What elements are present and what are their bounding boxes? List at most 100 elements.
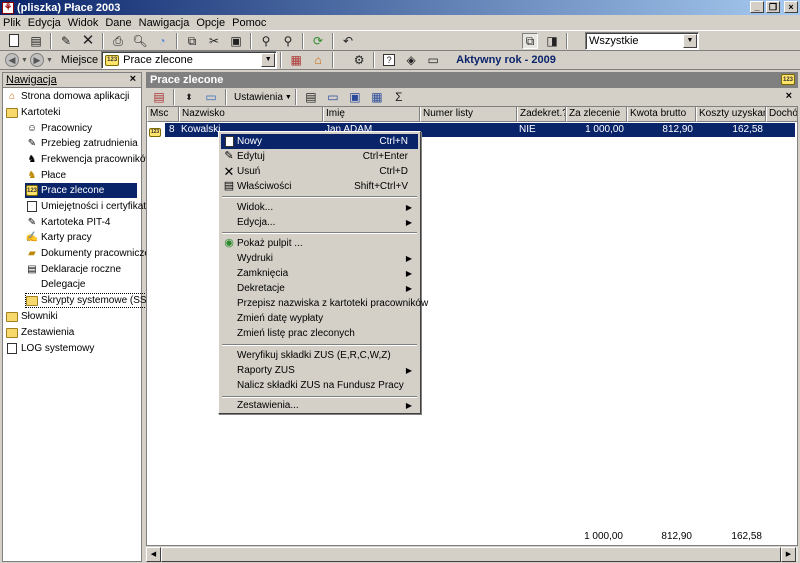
- menu-nawigacja[interactable]: Nawigacja: [139, 17, 194, 29]
- column-header-imie[interactable]: Imię: [323, 107, 420, 122]
- sum-icon[interactable]: Σ: [391, 89, 407, 105]
- nav-item-zestawienia[interactable]: Zestawienia: [6, 325, 74, 340]
- menu-item-rewrite-names[interactable]: Przepisz nazwiska z kartoteki pracownikó…: [221, 296, 428, 311]
- properties-icon[interactable]: ▤: [303, 89, 319, 105]
- menu-item-new[interactable]: Nowy Ctrl+N: [221, 134, 418, 149]
- scroll-left-icon[interactable]: ◀: [146, 547, 161, 562]
- nav-item-przebieg[interactable]: ✎ Przebieg zatrudnienia: [26, 136, 138, 151]
- filter-icon[interactable]: ▭: [203, 89, 219, 105]
- export-icon[interactable]: ◔: [154, 33, 170, 49]
- find-next-icon[interactable]: ⚲: [280, 33, 296, 49]
- menu-item-edit[interactable]: ✎ Edytuj Ctrl+Enter: [221, 149, 418, 164]
- back-icon[interactable]: ◀: [5, 53, 19, 67]
- chevron-down-icon[interactable]: ▼: [261, 53, 276, 67]
- nav-item-deklaracje[interactable]: ▤ Deklaracje roczne: [26, 262, 121, 277]
- add-record-icon[interactable]: ▤: [151, 89, 167, 105]
- print-icon[interactable]: ⎙: [110, 33, 126, 49]
- nav-item-frekwencja[interactable]: ♞ Frekwencja pracowników: [26, 152, 153, 167]
- tree-view-icon[interactable]: ⧉: [522, 32, 538, 49]
- split-view-icon[interactable]: ◨: [544, 33, 560, 49]
- column-header-msc[interactable]: Msc: [147, 107, 179, 122]
- refresh-icon[interactable]: ⟳: [310, 33, 326, 49]
- nav-item-pit4[interactable]: ✎ Kartoteka PIT-4: [26, 215, 111, 230]
- column-header-numer-listy[interactable]: Numer listy: [420, 107, 517, 122]
- menu-item-zus-reports[interactable]: Raporty ZUS ▶: [221, 363, 418, 378]
- undo-icon[interactable]: ↶: [340, 33, 356, 49]
- notes-icon[interactable]: ▭: [425, 52, 441, 68]
- column-header-kwota-brutto[interactable]: Kwota brutto: [627, 107, 696, 122]
- menu-item-verify-zus[interactable]: Weryfikuj składki ZUS (E,R,C,W,Z): [221, 348, 418, 363]
- paste-icon[interactable]: ▣: [228, 33, 244, 49]
- menu-item-prints[interactable]: Wydruki ▶: [221, 251, 418, 266]
- home-icon[interactable]: ⌂: [310, 52, 326, 68]
- cut-icon[interactable]: ✂: [206, 33, 222, 49]
- settings-button[interactable]: Ustawienia: [234, 92, 283, 103]
- nav-item-kartoteki[interactable]: Kartoteki: [6, 105, 60, 120]
- scrollbar-thumb[interactable]: [161, 547, 781, 562]
- minimize-button[interactable]: _: [750, 1, 764, 13]
- menu-opcje[interactable]: Opcje: [196, 17, 229, 29]
- column-header-za-zlecenie[interactable]: Za zlecenie: [566, 107, 627, 122]
- menu-item-change-list[interactable]: Zmień listę prac zleconych: [221, 326, 418, 341]
- column-header-nazwisko[interactable]: Nazwisko: [179, 107, 323, 122]
- menu-item-view[interactable]: Widok... ▶: [221, 200, 418, 215]
- calculator-icon[interactable]: ▦: [288, 52, 304, 68]
- column-header-koszty[interactable]: Koszty uzyskania: [696, 107, 766, 122]
- filter-combo[interactable]: Wszystkie ▼: [585, 31, 699, 50]
- column-header-dochod[interactable]: Dochód: [766, 107, 797, 122]
- menu-item-delete[interactable]: ✕ Usuń Ctrl+D: [221, 164, 418, 179]
- nav-item-umiejetnosci[interactable]: Umiejętności i certyfikaty: [26, 199, 151, 214]
- menu-item-show-desktop[interactable]: ◉ Pokaż pulpit ...: [221, 236, 418, 251]
- forward-icon[interactable]: ▶: [29, 53, 44, 67]
- find-icon[interactable]: ⚲: [258, 33, 274, 49]
- chevron-down-icon[interactable]: ▼: [285, 94, 292, 101]
- nav-item-pracownicy[interactable]: ☺ Pracownicy: [26, 121, 92, 136]
- save-icon[interactable]: ▣: [347, 89, 363, 105]
- copy-icon[interactable]: ⧉: [184, 33, 200, 49]
- menu-dane[interactable]: Dane: [105, 17, 135, 29]
- nav-item-home[interactable]: ⌂ Strona domowa aplikacji: [6, 89, 129, 104]
- menu-edycja[interactable]: Edycja: [28, 17, 65, 29]
- nav-item-delegacje[interactable]: Delegacje: [26, 277, 85, 292]
- menu-widok[interactable]: Widok: [68, 17, 103, 29]
- column-header-zadekret[interactable]: Zadekret.?: [517, 107, 566, 122]
- menu-item-summaries[interactable]: Zestawienia... ▶: [221, 398, 418, 413]
- close-button[interactable]: ×: [784, 1, 798, 13]
- location-combo[interactable]: 123 Prace zlecone ▼: [101, 51, 278, 69]
- sort-icon[interactable]: ⬍: [181, 89, 197, 105]
- nav-item-slowniki[interactable]: Słowniki: [6, 309, 58, 324]
- window-icon[interactable]: ▭: [325, 89, 341, 105]
- nav-item-log[interactable]: LOG systemowy: [6, 341, 94, 356]
- edit-icon[interactable]: ✎: [58, 33, 74, 49]
- forward-dropdown-icon[interactable]: ▼: [46, 57, 53, 64]
- menu-plik[interactable]: Plik: [3, 17, 25, 29]
- nav-item-dokumenty[interactable]: ▰ Dokumenty pracownicze: [26, 246, 150, 261]
- scroll-right-icon[interactable]: ▶: [781, 547, 796, 562]
- menu-pomoc[interactable]: Pomoc: [232, 17, 270, 29]
- menu-item-closures[interactable]: Zamknięcia ▶: [221, 266, 418, 281]
- properties-icon[interactable]: ▤: [28, 33, 44, 49]
- work-card-icon: ✍: [25, 231, 39, 243]
- book-icon[interactable]: ◈: [403, 52, 419, 68]
- maximize-button[interactable]: ❐: [766, 1, 780, 13]
- nav-item-place[interactable]: ♞ Płace: [26, 168, 67, 183]
- menu-item-properties[interactable]: ▤ Właściwości Shift+Ctrl+V: [221, 179, 418, 194]
- chevron-down-icon[interactable]: ▼: [683, 33, 697, 48]
- menu-item-edition[interactable]: Edycja... ▶: [221, 215, 418, 230]
- back-dropdown-icon[interactable]: ▼: [21, 57, 28, 64]
- help-icon[interactable]: ?: [381, 52, 397, 68]
- nav-item-skrypty[interactable]: Skrypty systemowe (SSH): [25, 293, 160, 308]
- calendar-icon[interactable]: ▦: [369, 89, 385, 105]
- menu-item-zus-fund[interactable]: Nalicz składki ZUS na Fundusz Pracy: [221, 378, 418, 393]
- menu-item-decrees[interactable]: Dekretacje ▶: [221, 281, 418, 296]
- close-icon[interactable]: ×: [130, 73, 136, 85]
- menu-item-change-date[interactable]: Zmień datę wypłaty: [221, 311, 418, 326]
- tools-icon[interactable]: ⚙: [351, 52, 367, 68]
- nav-item-karty-pracy[interactable]: ✍ Karty pracy: [26, 230, 92, 245]
- horizontal-scrollbar[interactable]: ◀ ▶: [146, 546, 798, 562]
- close-icon[interactable]: ×: [786, 90, 792, 102]
- print-preview-icon[interactable]: 🔍︎: [132, 33, 148, 49]
- new-document-icon[interactable]: [6, 33, 22, 49]
- nav-item-prace-zlecone[interactable]: 123 Prace zlecone: [25, 183, 137, 198]
- delete-icon[interactable]: ✕: [80, 33, 96, 49]
